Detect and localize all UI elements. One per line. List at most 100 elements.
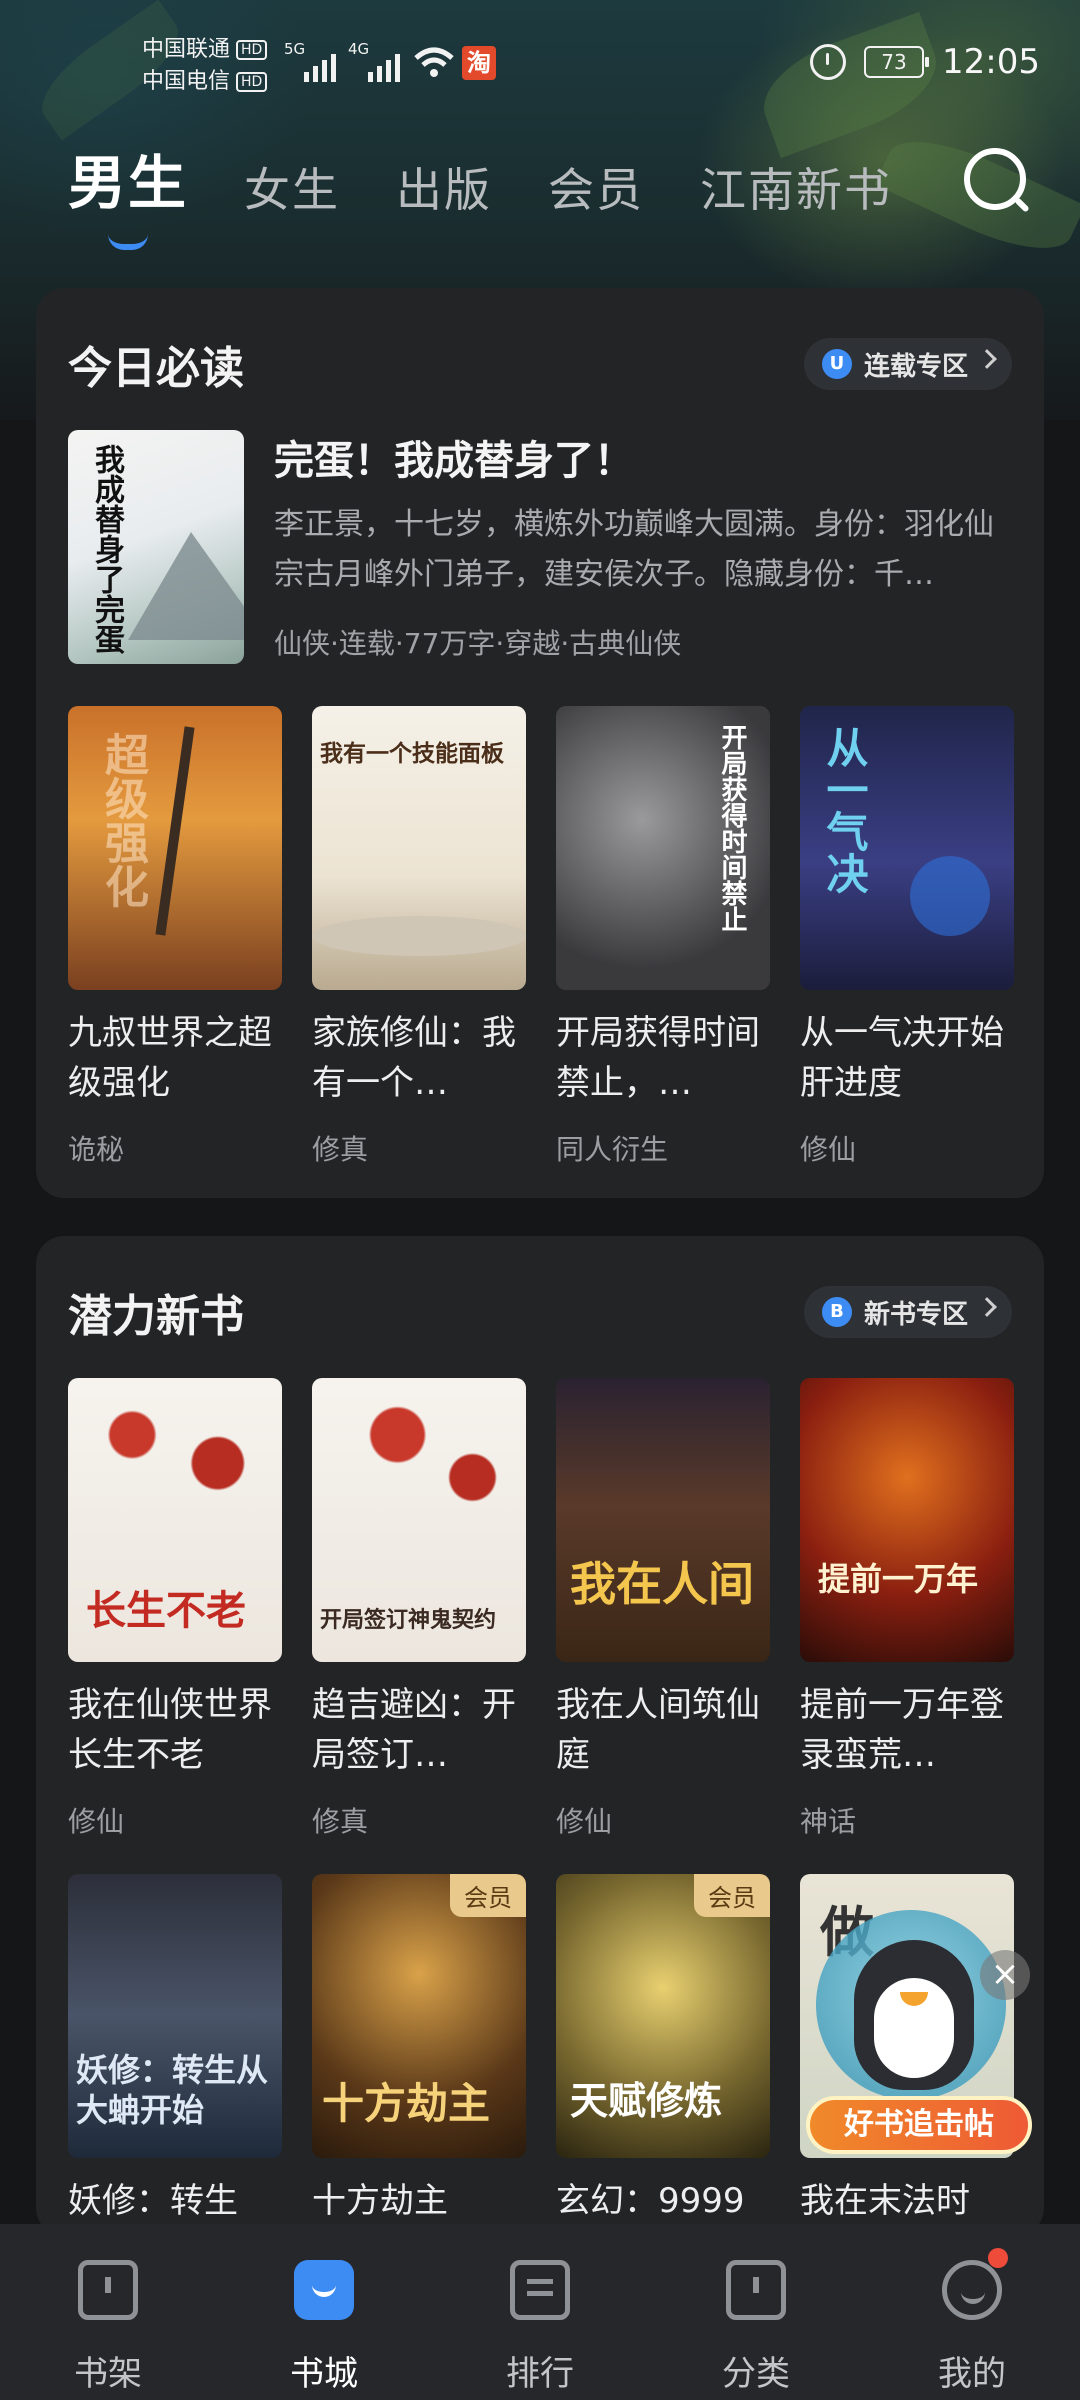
book-title: 提前一万年登录蛮荒… <box>800 1685 1004 1775</box>
book-cover: 会员 十方劫主 <box>312 1874 526 2158</box>
promo-float[interactable]: 好书追击帖 <box>806 1900 1032 2170</box>
section-title: 今日必读 <box>68 343 244 394</box>
new-book-zone-button[interactable]: B 新书专区 <box>803 1286 1012 1338</box>
serial-zone-button[interactable]: U 连载专区 <box>803 338 1012 390</box>
book-cover: 开局获得时间禁止 <box>556 706 770 990</box>
book-item[interactable]: 我在人间 我在人间筑仙庭 修仙 <box>556 1378 770 1840</box>
cover-title: 天赋修炼 <box>570 2078 723 2123</box>
penguin-mascot-icon <box>854 1940 974 2090</box>
book-item[interactable]: 开局获得时间禁止 开局获得时间禁止，… 同人衍生 <box>556 706 770 1168</box>
new-book-zone-icon: B <box>821 1297 852 1327</box>
cover-title: 提前一万年 <box>818 1560 979 1598</box>
book-item[interactable]: 长生不老 我在仙侠世界长生不老 修仙 <box>68 1378 282 1840</box>
book-cover: 我在人间 <box>556 1378 770 1662</box>
nav-bookstore[interactable]: 书城 <box>216 2224 432 2400</box>
book-title: 家族修仙：我有一个… <box>312 1013 516 1103</box>
taobao-icon: 淘 <box>462 46 496 80</box>
book-item[interactable]: 提前一万年 提前一万年登录蛮荒… 神话 <box>800 1378 1014 1840</box>
book-tag: 修仙 <box>556 1805 613 1838</box>
featured-book-cover[interactable]: 我成替身了完蛋 <box>68 430 244 664</box>
nav-ranking[interactable]: 排行 <box>432 2224 648 2400</box>
book-icon <box>78 2260 138 2320</box>
cover-title: 妖修：转生从大蚺开始 <box>76 2051 269 2129</box>
serial-zone-icon: U <box>821 349 852 379</box>
book-tag: 同人衍生 <box>556 1133 669 1166</box>
network-type-2: 4G <box>348 40 370 58</box>
channel-tabs: 男生 女生 出版 会员 江南新书 <box>68 140 892 250</box>
book-cover: 我有一个技能面板 <box>312 706 526 990</box>
nav-label: 我的 <box>938 2354 1006 2394</box>
book-item[interactable]: 会员 天赋修炼 玄幻：9999 <box>556 1874 770 2276</box>
book-title: 趋吉避凶：开局签订… <box>312 1685 516 1775</box>
book-tag: 修真 <box>312 1805 369 1838</box>
book-cover: 会员 天赋修炼 <box>556 1874 770 2158</box>
featured-book-desc: 李正景，十七岁，横炼外功巅峰大圆满。身份：羽化仙宗古月峰外门弟子，建安侯次子。隐… <box>274 507 994 592</box>
vip-badge: 会员 <box>694 1874 770 1917</box>
hd-badge: HD <box>236 40 268 60</box>
today-must-read-card: 今日必读 U 连载专区 我成替身了完蛋 完蛋！我成替身了！ 李正景，十七岁，横炼… <box>36 288 1044 1198</box>
cover-title: 开局签订神鬼契约 <box>320 1607 497 1633</box>
book-item[interactable]: 妖修：转生从大蚺开始 妖修：转生 <box>68 1874 282 2276</box>
carrier-2: 中国电信 <box>142 69 231 94</box>
bottom-navigation: 书架 书城 排行 分类 我的 <box>0 2224 1080 2400</box>
book-title: 我在仙侠世界长生不老 <box>68 1685 272 1775</box>
section-title: 潜力新书 <box>68 1291 244 1342</box>
book-tag: 诡秘 <box>68 1133 125 1166</box>
signal-icon <box>368 48 400 82</box>
battery-icon: 73 <box>864 46 930 78</box>
book-cover: 从一气决 <box>800 706 1014 990</box>
cover-title: 开局获得时间禁止 <box>717 724 747 932</box>
book-cover: 提前一万年 <box>800 1378 1014 1662</box>
cover-title: 十方劫主 <box>322 2079 491 2128</box>
status-bar: 中国联通 HD 中国电信 HD 5G 4G 淘 73 12:05 <box>0 0 1080 130</box>
book-cover: 开局签订神鬼契约 <box>312 1378 526 1662</box>
nav-category[interactable]: 分类 <box>648 2224 864 2400</box>
book-item[interactable]: 我有一个技能面板 家族修仙：我有一个… 修真 <box>312 706 526 1168</box>
vip-badge: 会员 <box>450 1874 526 1917</box>
close-icon[interactable]: × <box>980 1950 1030 2000</box>
alarm-icon <box>810 44 847 80</box>
book-tag: 神话 <box>800 1805 857 1838</box>
book-item[interactable]: 会员 十方劫主 十方劫主 <box>312 1874 526 2276</box>
book-item[interactable]: 开局签订神鬼契约 趋吉避凶：开局签订… 修真 <box>312 1378 526 1840</box>
signal-icon <box>304 48 336 82</box>
featured-book-title[interactable]: 完蛋！我成替身了！ <box>274 428 634 486</box>
profile-icon <box>942 2260 1002 2320</box>
cover-title: 长生不老 <box>86 1587 246 1634</box>
book-tag: 修真 <box>312 1133 369 1166</box>
tab-member[interactable]: 会员 <box>548 154 644 220</box>
chevron-right-icon <box>977 349 997 369</box>
book-cover: 妖修：转生从大蚺开始 <box>68 1874 282 2158</box>
tab-male[interactable]: 男生 <box>68 136 188 250</box>
category-icon <box>726 2260 786 2320</box>
carrier-info: 中国联通 HD 中国电信 HD <box>142 34 268 98</box>
tab-publish[interactable]: 出版 <box>396 154 492 220</box>
zone-label: 新书专区 <box>863 1299 968 1330</box>
search-icon[interactable] <box>964 148 1026 210</box>
cover-title: 我有一个技能面板 <box>320 740 504 767</box>
cover-title: 我在人间 <box>570 1557 754 1611</box>
nav-label: 排行 <box>506 2354 574 2394</box>
tab-jiangnan-new[interactable]: 江南新书 <box>700 154 892 220</box>
book-title: 我在人间筑仙庭 <box>556 1685 760 1775</box>
book-cover: 长生不老 <box>68 1378 282 1662</box>
promo-label: 好书追击帖 <box>806 2096 1032 2154</box>
rank-icon <box>510 2260 570 2320</box>
cover-title: 从一气决 <box>820 726 869 894</box>
clock: 12:05 <box>942 42 1040 82</box>
wifi-icon <box>414 47 454 77</box>
book-tag: 修仙 <box>68 1805 125 1838</box>
nav-bookshelf[interactable]: 书架 <box>0 2224 216 2400</box>
nav-profile[interactable]: 我的 <box>864 2224 1080 2400</box>
book-tag: 修仙 <box>800 1133 857 1166</box>
cover-title: 我成替身了完蛋 <box>89 444 124 654</box>
cover-title: 超级强化 <box>97 732 148 908</box>
tab-female[interactable]: 女生 <box>244 154 340 220</box>
store-icon <box>294 2260 354 2320</box>
chevron-right-icon <box>977 1297 997 1317</box>
book-cover: 超级强化 <box>68 706 282 990</box>
book-item[interactable]: 超级强化 九叔世界之超级强化 诡秘 <box>68 706 282 1168</box>
nav-label: 书城 <box>290 2354 358 2394</box>
book-item[interactable]: 从一气决 从一气决开始肝进度 修仙 <box>800 706 1014 1168</box>
book-title: 九叔世界之超级强化 <box>68 1013 272 1103</box>
